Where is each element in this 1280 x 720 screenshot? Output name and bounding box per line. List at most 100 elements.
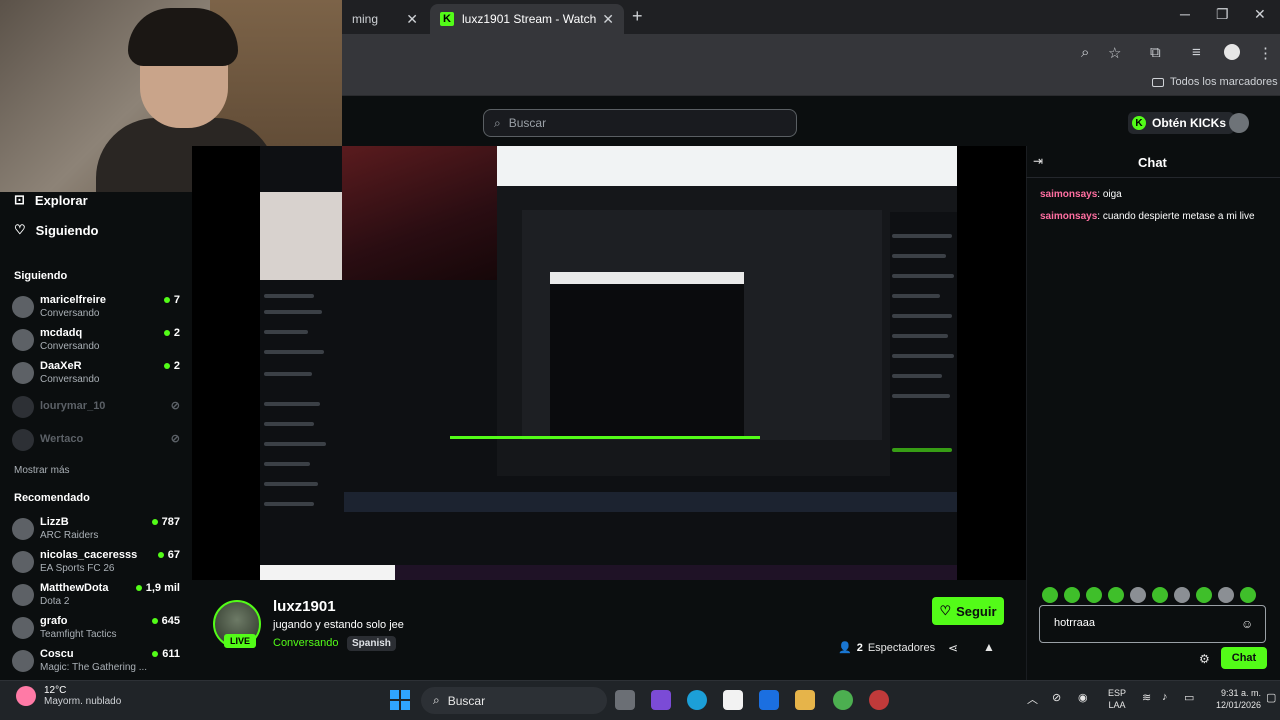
edge-icon[interactable] xyxy=(687,690,707,710)
extensions-icon[interactable]: ⧉ xyxy=(1150,44,1161,61)
channel-name: lourymar_10 xyxy=(40,400,106,412)
video-player[interactable] xyxy=(260,146,957,580)
nav-following-label: Siguiendo xyxy=(35,222,99,238)
zoom-icon[interactable]: ⌕ xyxy=(1081,44,1089,61)
video-webcam-feed xyxy=(342,146,497,280)
maximize-icon[interactable]: ❐ xyxy=(1216,6,1229,23)
channel-viewers: 1,9 mil xyxy=(135,582,180,594)
chat-username[interactable]: saimonsays xyxy=(1040,211,1097,222)
menu-dots-icon[interactable]: ⋮ xyxy=(1258,44,1273,62)
channel-name: nicolas_caceresss xyxy=(40,549,138,561)
battery-icon[interactable]: ▭ xyxy=(1184,691,1194,704)
close-icon[interactable]: ✕ xyxy=(406,11,418,28)
nav-explore[interactable]: ⊡ Explorar xyxy=(14,192,88,208)
system-clock[interactable]: 9:31 a. m. 12/01/2026 xyxy=(1216,687,1261,711)
stream-category-link[interactable]: Conversando xyxy=(273,637,338,649)
send-chat-button[interactable]: Chat xyxy=(1221,647,1267,669)
windows-start-icon[interactable] xyxy=(390,690,410,710)
tray-mic-off-icon[interactable]: ⊘ xyxy=(1052,691,1061,704)
viewer-count: 1,9 mil xyxy=(145,582,180,594)
obs-icon[interactable] xyxy=(869,690,889,710)
emote-icon[interactable] xyxy=(1152,587,1168,603)
window-close-icon[interactable]: ✕ xyxy=(1254,6,1266,23)
file-explorer-icon[interactable] xyxy=(795,690,815,710)
video-nested-search xyxy=(260,565,395,580)
emote-icon[interactable] xyxy=(1174,587,1190,603)
emoji-icon[interactable]: ☺ xyxy=(1241,617,1253,631)
task-view-icon[interactable] xyxy=(615,690,635,710)
store-icon[interactable] xyxy=(723,690,743,710)
recommended-channel[interactable]: MatthewDota Dota 2 1,9 mil xyxy=(12,581,180,613)
emote-icon[interactable] xyxy=(1042,587,1058,603)
channel-avatar xyxy=(12,362,34,384)
browser-tab-kick-stream[interactable]: K luxz1901 Stream - Watch Live o ✕ xyxy=(430,4,624,34)
heart-icon: ♡ xyxy=(939,603,952,618)
input-language[interactable]: ESP LAA xyxy=(1108,687,1126,711)
clock-date: 12/01/2026 xyxy=(1216,700,1262,710)
video-nested-page-3 xyxy=(550,272,744,438)
chat-username[interactable]: saimonsays xyxy=(1040,189,1097,200)
bookmark-star-icon[interactable]: ☆ xyxy=(1108,44,1121,62)
emote-icon[interactable] xyxy=(1196,587,1212,603)
emote-icon[interactable] xyxy=(1218,587,1234,603)
profile-icon[interactable] xyxy=(1224,44,1240,60)
browser-tab-previous[interactable]: ming ✕ xyxy=(342,4,428,34)
volume-icon[interactable]: ♪ xyxy=(1162,691,1168,703)
taskbar-search[interactable]: ⌕ Buscar xyxy=(421,687,607,714)
wifi-icon[interactable]: ≋ xyxy=(1142,691,1151,704)
chat-message-input[interactable]: hotrraaa xyxy=(1039,605,1266,643)
show-more-link[interactable]: Mostrar más xyxy=(14,465,70,476)
chrome-icon[interactable] xyxy=(833,690,853,710)
recommended-channel[interactable]: grafo Teamfight Tactics 645 xyxy=(12,614,180,646)
live-badge: LIVE xyxy=(224,634,257,648)
follow-button[interactable]: ♡ Seguir xyxy=(932,597,1004,625)
tray-app-icon[interactable]: ◉ xyxy=(1078,691,1088,704)
new-tab-icon[interactable]: + xyxy=(632,6,643,27)
following-channel-offline[interactable]: Wertaco ⊘ xyxy=(12,426,180,458)
following-channel[interactable]: maricelfreire Conversando 7 xyxy=(12,293,180,325)
share-icon[interactable]: ⋖ xyxy=(948,641,958,655)
following-channel[interactable]: DaaXeR Conversando 2 xyxy=(12,359,180,391)
streamer-name[interactable]: luxz1901 xyxy=(273,598,336,615)
emote-icon[interactable] xyxy=(1064,587,1080,603)
chat-text: cuando despierte metase a mi live xyxy=(1102,211,1255,222)
search-input[interactable]: ⌕ Buscar xyxy=(483,109,797,137)
emote-icon[interactable] xyxy=(1108,587,1124,603)
channel-name: maricelfreire xyxy=(40,294,107,306)
channel-category: Conversando xyxy=(40,374,100,385)
channel-viewers: 611 xyxy=(152,648,180,660)
media-controls-icon[interactable]: ≡ xyxy=(1192,44,1201,61)
close-icon[interactable]: ✕ xyxy=(602,11,614,28)
channel-name: Wertaco xyxy=(40,433,84,445)
recommended-channel[interactable]: nicolas_caceresss EA Sports FC 26 67 xyxy=(12,548,180,580)
collapse-chat-icon[interactable]: ⇥ xyxy=(1033,154,1043,168)
channel-avatar xyxy=(12,396,34,418)
user-icon: 👤 xyxy=(838,642,852,654)
weather-widget[interactable]: 12°C Mayorm. nublado xyxy=(16,685,121,707)
emote-icon[interactable] xyxy=(1130,587,1146,603)
keyboard-layout: LAA xyxy=(1108,700,1126,710)
notifications-icon[interactable]: ▢ xyxy=(1266,691,1276,704)
dropbox-icon[interactable] xyxy=(759,690,779,710)
get-kicks-button[interactable]: K Obtén KICKs xyxy=(1128,112,1235,134)
follow-label: Seguir xyxy=(956,603,997,619)
recommended-channel[interactable]: LizzB ARC Raiders 787 xyxy=(12,515,180,547)
chat-settings-icon[interactable]: ⚙ xyxy=(1199,652,1210,666)
emote-icon[interactable] xyxy=(1086,587,1102,603)
user-avatar[interactable] xyxy=(1229,113,1249,133)
nav-following[interactable]: ♡ Siguiendo xyxy=(14,222,99,238)
channel-category: Magic: The Gathering ... xyxy=(40,662,148,673)
copilot-icon[interactable] xyxy=(651,690,671,710)
channel-viewers: 2 xyxy=(163,327,180,339)
live-dot-icon xyxy=(163,363,170,369)
live-dot-icon xyxy=(163,297,170,303)
tray-chevron-icon[interactable]: ︿ xyxy=(1027,691,1038,707)
following-channel-offline[interactable]: lourymar_10 ⊘ xyxy=(12,393,180,425)
following-channel[interactable]: mcdadq Conversando 2 xyxy=(12,326,180,358)
emote-icon[interactable] xyxy=(1240,587,1256,603)
language-tag[interactable]: Spanish xyxy=(347,636,396,651)
all-bookmarks-button[interactable]: Todos los marcadores xyxy=(1152,76,1278,88)
report-icon[interactable]: ▲ xyxy=(983,640,995,654)
minimize-icon[interactable]: ─ xyxy=(1180,6,1190,22)
recommended-channel[interactable]: Coscu Magic: The Gathering ... 611 xyxy=(12,647,180,679)
